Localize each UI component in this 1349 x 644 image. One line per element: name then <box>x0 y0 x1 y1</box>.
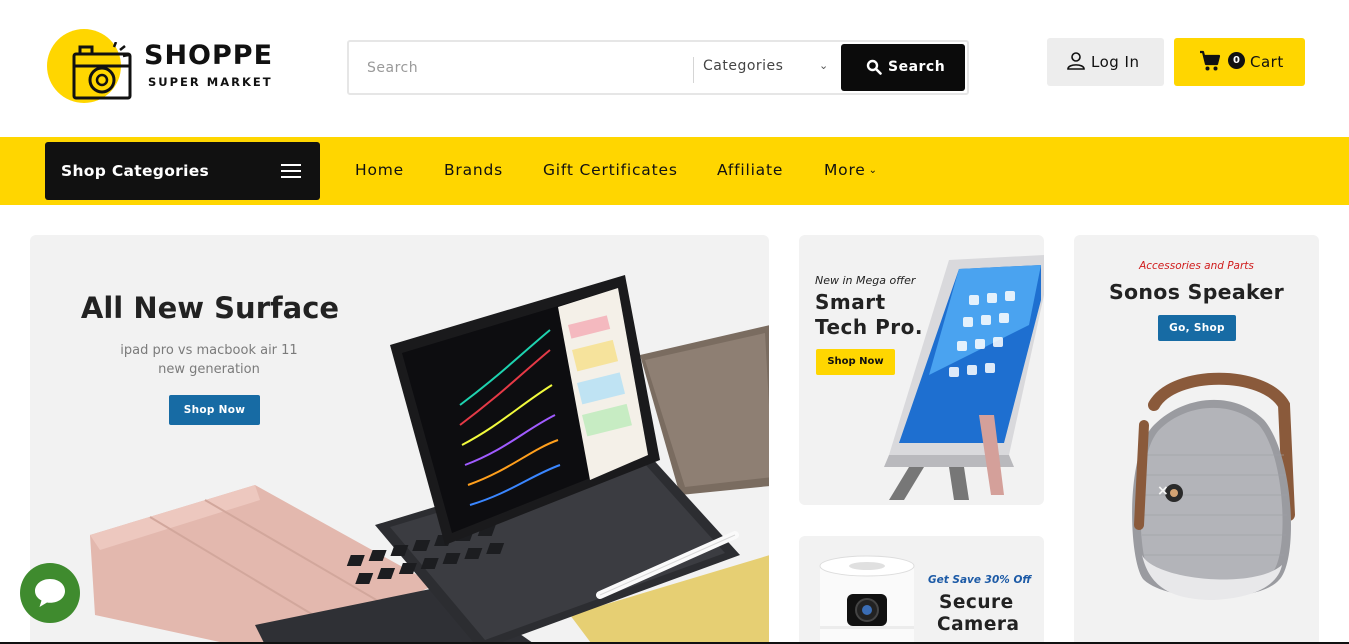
site-logo[interactable]: SHOPPE SUPER MARKET <box>46 28 286 108</box>
chat-icon <box>35 579 65 607</box>
tablet-stand-product-image <box>884 255 1044 500</box>
shop-categories-label: Shop Categories <box>61 162 210 180</box>
site-header: SHOPPE SUPER MARKET Categories ⌄ Search … <box>0 0 1349 137</box>
nav-item-more[interactable]: More ⌄ <box>824 161 878 179</box>
search-icon <box>866 59 882 75</box>
cart-count-badge: 0 <box>1228 52 1245 69</box>
nav-more-label: More <box>824 161 866 179</box>
banner-sonos-speaker[interactable]: Accessories and Parts Sonos Speaker Go, … <box>1074 235 1319 644</box>
cart-label: Cart <box>1250 53 1284 71</box>
banner-tag: Get Save 30% Off <box>928 574 1032 586</box>
speaker-product-image: × <box>1132 372 1295 600</box>
go-shop-button[interactable]: Go, Shop <box>1158 315 1236 341</box>
nav-item-affiliate[interactable]: Affiliate <box>717 161 783 179</box>
main-navigation: Shop Categories Home Brands Gift Certifi… <box>0 137 1349 205</box>
banner-all-new-surface[interactable]: All New Surface ipad pro vs macbook air … <box>30 235 769 644</box>
search-button-label: Search <box>888 59 946 75</box>
banner-title: Camera <box>937 614 1020 635</box>
login-label: Log In <box>1091 53 1140 71</box>
chat-widget-button[interactable] <box>20 563 80 623</box>
banner-title: Sonos Speaker <box>1108 280 1285 304</box>
brand-tagline: SUPER MARKET <box>148 75 273 89</box>
banner-smart-tech-pro[interactable]: New in Mega offer Smart Tech Pro. Shop N… <box>799 235 1044 505</box>
nav-item-home[interactable]: Home <box>355 161 404 179</box>
chevron-down-icon[interactable]: ⌄ <box>819 59 828 72</box>
banner-title: Secure <box>939 592 1014 613</box>
svg-text:×: × <box>1157 483 1169 499</box>
ipad-keyboard-product-image <box>90 275 769 644</box>
nav-item-gift-certificates[interactable]: Gift Certificates <box>543 161 678 179</box>
camera-logo-icon <box>72 42 132 100</box>
brand-name: SHOPPE <box>144 40 274 71</box>
nav-item-brands[interactable]: Brands <box>444 161 503 179</box>
category-select[interactable]: Categories <box>703 58 833 80</box>
banner-tag: Accessories and Parts <box>1139 260 1254 272</box>
search-divider <box>693 57 694 83</box>
chevron-down-icon: ⌄ <box>868 165 878 176</box>
user-icon <box>1067 52 1085 70</box>
cart-icon <box>1200 50 1221 71</box>
hamburger-menu-icon <box>281 164 301 178</box>
security-camera-product-image <box>819 555 915 644</box>
login-button[interactable]: Log In <box>1047 38 1164 86</box>
search-bar: Categories ⌄ Search <box>347 40 969 95</box>
banner-secure-camera[interactable]: Get Save 30% Off Secure Camera <box>799 536 1044 644</box>
cart-button[interactable]: 0 Cart <box>1174 38 1305 86</box>
shop-categories-button[interactable]: Shop Categories <box>45 142 320 200</box>
search-button[interactable]: Search <box>841 44 965 91</box>
search-input[interactable] <box>357 50 687 86</box>
